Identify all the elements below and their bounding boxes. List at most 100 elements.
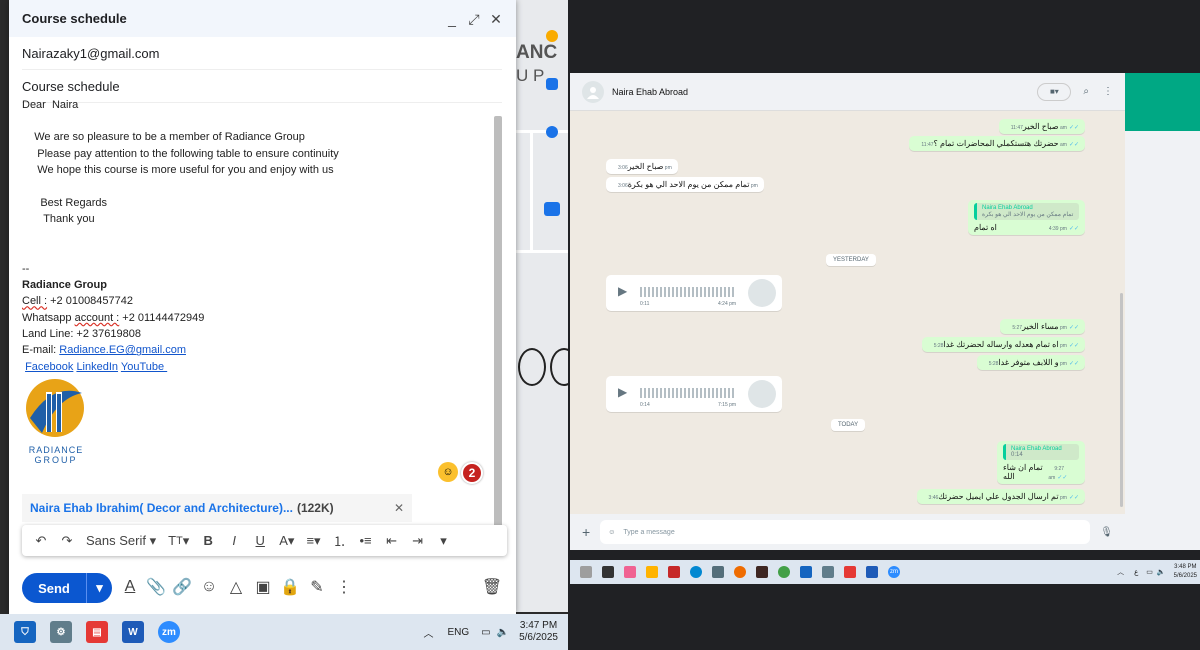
settings-icon[interactable] — [822, 566, 834, 578]
tasks-icon[interactable] — [546, 78, 558, 90]
illustrator-icon[interactable] — [756, 566, 768, 578]
notification-badge[interactable]: 2 — [461, 462, 483, 484]
italic-icon[interactable]: I — [227, 533, 241, 548]
message-input[interactable]: ☺ Type a message — [600, 520, 1091, 544]
font-select[interactable]: Sans Serif ▾ — [86, 533, 156, 549]
search-person-icon[interactable] — [580, 566, 592, 578]
align-icon[interactable]: ≡▾ — [306, 533, 320, 549]
emoji-icon[interactable]: ☺ — [438, 462, 458, 482]
text-color-icon[interactable]: A▾ — [279, 533, 294, 549]
confidential-mode-icon[interactable]: 🔒 — [279, 576, 301, 598]
voice-message[interactable]: ▶ 0:11 4:24 pm — [606, 275, 782, 311]
chrome-profile-icon[interactable] — [778, 566, 790, 578]
signature-icon[interactable]: ✎ — [306, 576, 328, 598]
insert-photo-icon[interactable]: ▣ — [252, 576, 274, 598]
send-button[interactable]: Send ▾ — [22, 573, 112, 603]
word-icon[interactable]: W — [122, 621, 144, 643]
facebook-link[interactable]: Facebook — [25, 361, 73, 373]
bold-icon[interactable]: B — [201, 533, 215, 548]
pdf-icon[interactable]: ▤ — [86, 621, 108, 643]
message-bubble: مساء الخير5:27 pm ✓✓ — [1000, 319, 1085, 334]
message-bubble: اه تمام هعدله وارساله لحضرتك غدا5:28 pm ✓… — [921, 337, 1085, 352]
email-link[interactable]: Radiance.EG@gmail.com — [59, 344, 186, 356]
calculator-icon[interactable] — [712, 566, 724, 578]
expand-icon[interactable]: ⤢ — [467, 12, 481, 26]
map-pin-icon[interactable] — [546, 30, 558, 42]
subject-field[interactable]: Course schedule — [22, 70, 502, 103]
volume-icon[interactable]: 🔈 — [497, 627, 509, 638]
body-scrollbar[interactable] — [494, 116, 502, 529]
quoted-message[interactable]: Naira Ehab Abroad 0:14 — [1003, 444, 1079, 460]
text-size-icon[interactable]: T T ▾ — [168, 533, 189, 549]
insert-emoji-icon[interactable]: ☺ — [198, 576, 220, 598]
chrome-icon[interactable] — [734, 566, 746, 578]
contacts-icon[interactable] — [546, 126, 558, 138]
video-call-icon[interactable]: ■▾ — [1037, 82, 1072, 101]
settings-icon[interactable]: ⚙ — [50, 621, 72, 643]
remove-attachment-icon[interactable]: ✕ — [394, 501, 404, 515]
bulleted-list-icon[interactable]: •≡ — [359, 533, 373, 548]
more-options-icon[interactable]: ⋮ — [333, 576, 355, 598]
play-icon[interactable]: ▶ — [618, 284, 627, 298]
clock[interactable]: 3:47 PM 5/6/2025 — [519, 620, 558, 644]
tray-chevron-icon[interactable]: ︿ — [423, 625, 433, 640]
attachment-name[interactable]: Naira Ehab Ibrahim( Decor and Architectu… — [30, 501, 293, 515]
zoom-icon[interactable]: zm — [888, 566, 900, 578]
chat-scrollbar[interactable] — [1120, 293, 1123, 507]
undo-icon[interactable]: ↶ — [34, 533, 48, 549]
word-icon[interactable] — [866, 566, 878, 578]
indent-more-icon[interactable]: ⇥ — [411, 533, 425, 549]
send-options-icon[interactable]: ▾ — [86, 573, 112, 603]
search-icon[interactable]: ⌕ — [1083, 86, 1089, 97]
defender-icon[interactable] — [800, 566, 812, 578]
drive-icon[interactable]: △ — [225, 576, 247, 598]
pdf-icon[interactable] — [844, 566, 856, 578]
microphone-icon[interactable]: 🎙 — [1100, 527, 1113, 538]
play-icon[interactable]: ▶ — [618, 385, 627, 399]
message-text: اه تمام — [974, 223, 997, 232]
attachment-chip[interactable]: Naira Ehab Ibrahim( Decor and Architectu… — [22, 494, 412, 522]
edge-icon[interactable] — [690, 566, 702, 578]
insert-link-icon[interactable]: 🔗 — [171, 576, 193, 598]
redo-icon[interactable]: ↷ — [60, 533, 74, 549]
message-input-placeholder: Type a message — [623, 528, 675, 536]
copilot-icon[interactable] — [624, 566, 636, 578]
to-field[interactable]: Nairazaky1@gmail.com — [22, 37, 502, 70]
file-explorer-icon[interactable] — [646, 566, 658, 578]
youtube-link[interactable]: YouTube — [121, 361, 167, 373]
task-view-icon[interactable] — [602, 566, 614, 578]
language-indicator[interactable]: ENG — [447, 627, 469, 638]
volume-icon[interactable]: 🔈 — [1157, 568, 1166, 576]
network-icon[interactable]: ▭ — [1146, 568, 1153, 576]
emoji-icon[interactable]: ☺ — [608, 529, 615, 536]
linkedin-link[interactable]: LinkedIn — [76, 361, 118, 373]
numbered-list-icon[interactable]: ⒈ — [333, 531, 347, 550]
meet-icon[interactable] — [544, 202, 560, 216]
network-icon[interactable]: ▭ — [481, 627, 490, 638]
read-ticks-icon: ✓✓ — [1068, 226, 1079, 232]
defender-icon[interactable]: ⛉ — [14, 621, 36, 643]
quoted-message[interactable]: Naira Ehab Abroad تمام ممكن من يوم الاحد … — [974, 203, 1079, 220]
more-formatting-icon[interactable]: ▾ — [437, 533, 451, 549]
chat-header: Naira Ehab Abroad ■▾ ⌕ ⋮ — [570, 73, 1125, 111]
language-indicator[interactable]: ع — [1134, 568, 1138, 576]
clock[interactable]: 3:48 PM 5/6/2025 — [1174, 563, 1197, 581]
attach-file-icon[interactable]: 📎 — [145, 576, 167, 598]
discard-draft-icon[interactable]: 🗑 — [481, 576, 503, 598]
minimize-icon[interactable]: _ — [445, 12, 459, 26]
voice-message[interactable]: ▶ 0:14 7:15 pm — [606, 376, 782, 412]
avatar[interactable] — [582, 80, 604, 103]
body-line: Dear Naira — [22, 100, 79, 111]
close-icon[interactable]: ✕ — [489, 12, 503, 26]
zoom-icon[interactable]: zm — [158, 621, 180, 643]
menu-icon[interactable]: ⋮ — [1103, 86, 1113, 97]
whatsapp-green-band — [1125, 73, 1200, 131]
pdf-editor-icon[interactable] — [668, 566, 680, 578]
attach-icon[interactable]: + — [582, 524, 590, 540]
tray-chevron-icon[interactable]: ︿ — [1117, 567, 1124, 577]
contact-name[interactable]: Naira Ehab Abroad — [612, 87, 1037, 97]
formatting-options-icon[interactable]: A — [119, 576, 141, 598]
underline-icon[interactable]: U — [253, 533, 267, 548]
message-body[interactable]: Dear Naira We are so pleasure to be a me… — [22, 100, 492, 375]
indent-less-icon[interactable]: ⇤ — [385, 533, 399, 549]
